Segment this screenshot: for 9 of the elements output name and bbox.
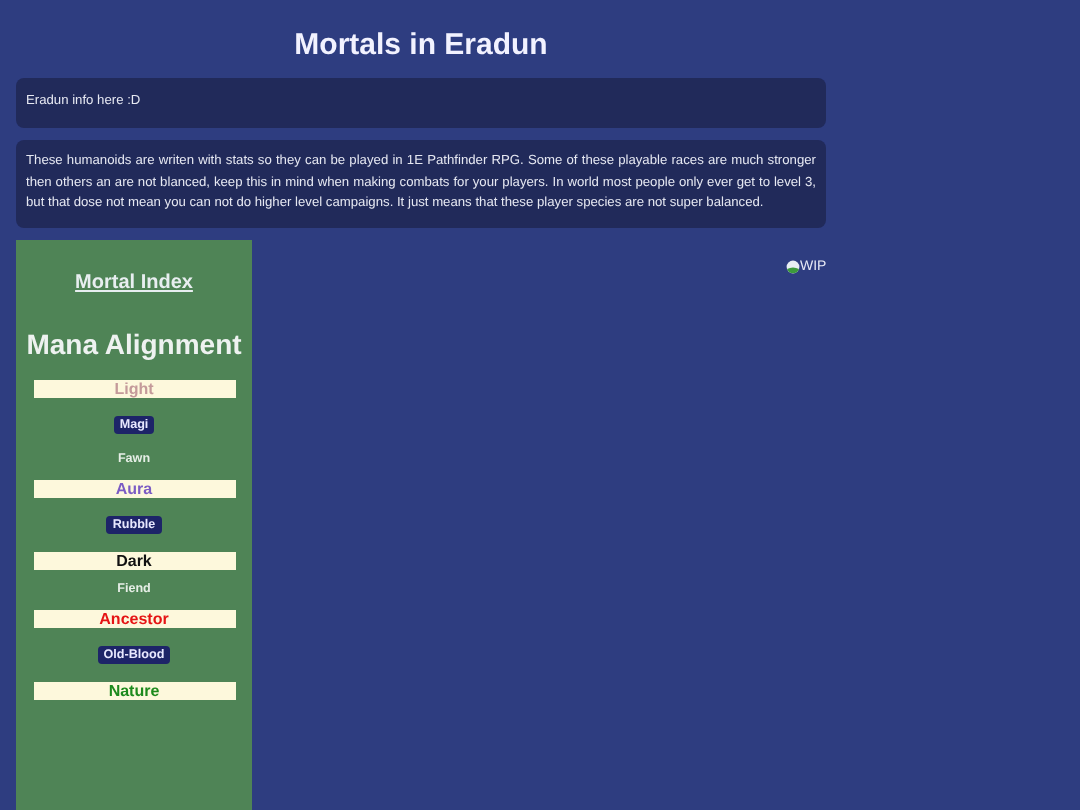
broken-image-icon — [786, 259, 800, 274]
category-label: Light — [33, 380, 235, 399]
page-title: Mortals in Eradun — [292, 28, 550, 62]
sidebar-heading: Mana Alignment — [26, 328, 242, 363]
category-label: Nature — [33, 682, 235, 701]
category-label: Ancestor — [33, 610, 235, 629]
category-label: Aura — [33, 480, 235, 499]
category-label: Dark — [33, 552, 235, 571]
index-link[interactable]: Mortal Index — [75, 272, 193, 295]
